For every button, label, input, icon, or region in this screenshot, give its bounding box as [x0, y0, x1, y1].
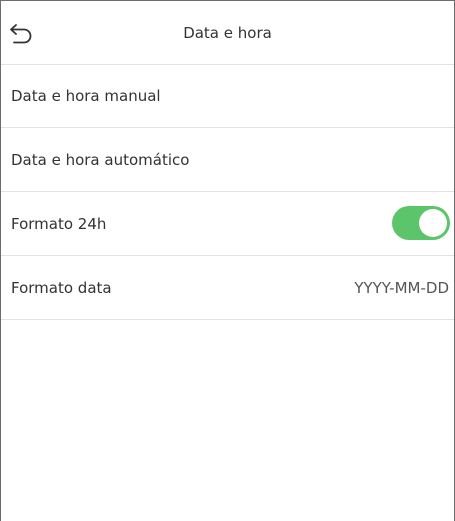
row-24h-format: Formato 24h [1, 193, 454, 256]
24h-format-toggle[interactable] [392, 206, 450, 240]
date-format-value: YYYY-MM-DD [354, 279, 449, 297]
row-label: Formato data [11, 279, 112, 297]
header-bar: Data e hora [1, 1, 454, 65]
row-label: Data e hora manual [11, 87, 161, 105]
toggle-knob [419, 209, 447, 237]
date-time-screen: Data e hora Data e hora manual Data e ho… [0, 0, 455, 521]
row-date-format[interactable]: Formato data YYYY-MM-DD [1, 257, 454, 320]
row-label: Formato 24h [11, 215, 107, 233]
row-manual-date-time[interactable]: Data e hora manual [1, 65, 454, 128]
back-arrow-icon [10, 24, 32, 44]
page-title: Data e hora [183, 24, 272, 42]
back-button[interactable] [7, 19, 41, 47]
row-auto-date-time[interactable]: Data e hora automático [1, 129, 454, 192]
row-label: Data e hora automático [11, 151, 190, 169]
